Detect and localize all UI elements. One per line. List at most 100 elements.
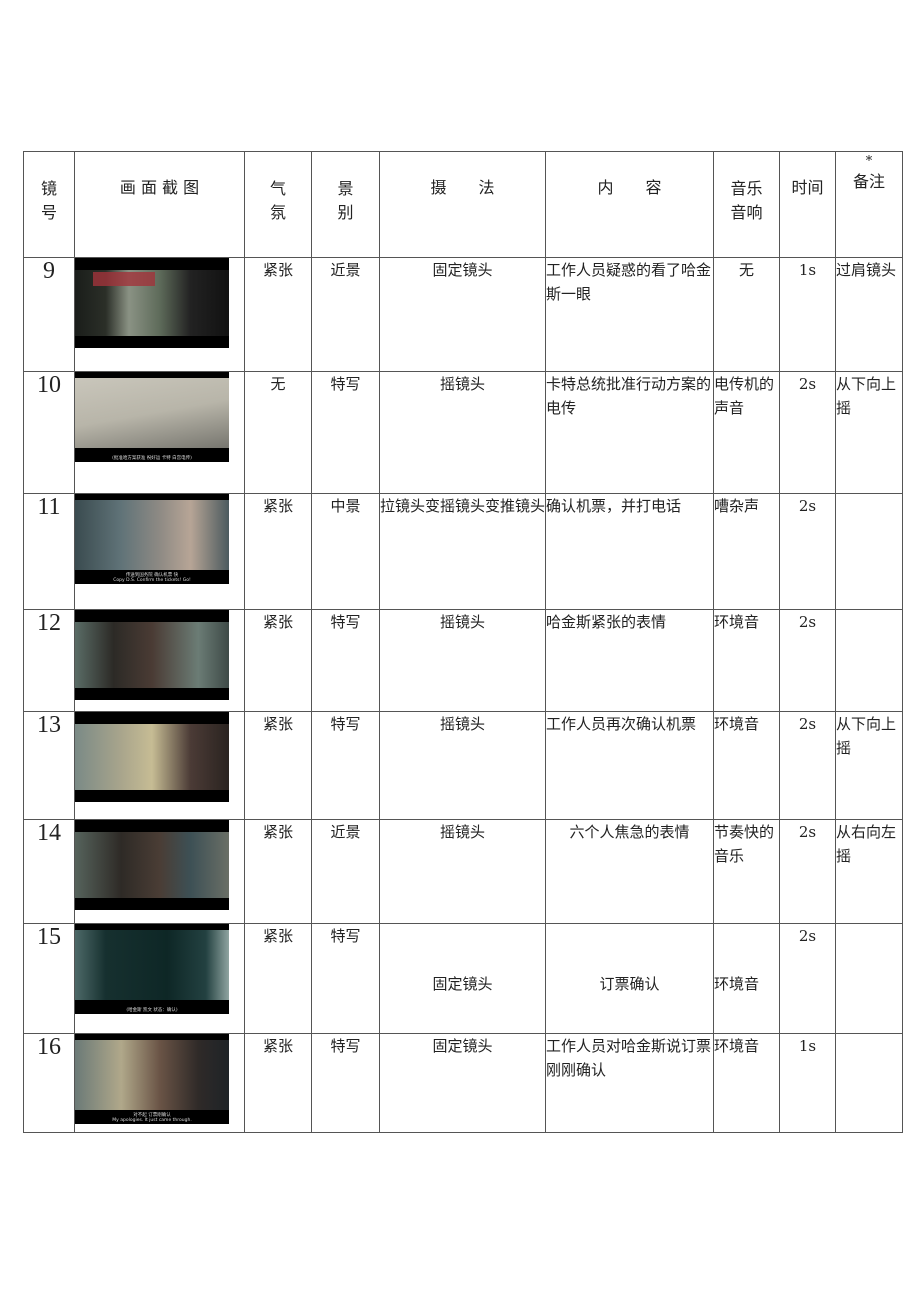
duration-cell: 2s <box>779 609 836 712</box>
table-row: 13 紧张 特写 摇镜头 工作人员再次确认机票 环境音 2s 从下向上摇 <box>23 711 903 820</box>
sound-cell: 环境音 <box>713 711 780 820</box>
screenshot-cell <box>74 609 245 712</box>
frame-subtitle: 对不起 订票刚确认 My apologies. It just came thro… <box>112 1113 192 1123</box>
duration-cell: 2s <box>779 493 836 610</box>
shot-size-cell: 特写 <box>311 371 380 494</box>
camera-cell: 拉镜头变摇镜头变推镜头 <box>379 493 546 610</box>
duration-cell: 1s <box>779 257 836 372</box>
duration-cell: 2s <box>779 371 836 494</box>
header-sound: 音乐 音响 <box>713 151 780 258</box>
shot-number: 10 <box>23 371 75 494</box>
content-cell: 确认机票，并打电话 <box>545 493 714 610</box>
film-frame-image: 对不起 订票刚确认 My apologies. It just came thro… <box>75 1034 229 1124</box>
duration-cell: 2s <box>779 819 836 924</box>
sound-cell: 环境音 <box>713 1033 780 1133</box>
camera-cell: 摇镜头 <box>379 819 546 924</box>
note-cell <box>835 1033 903 1133</box>
mood-cell: 紧张 <box>244 257 312 372</box>
sound-cell: 环境音 <box>713 609 780 712</box>
content-cell: 哈金斯紧张的表情 <box>545 609 714 712</box>
sound-cell: 电传机的声音 <box>713 371 780 494</box>
film-frame-image <box>75 712 229 802</box>
film-frame-image <box>75 820 229 910</box>
frame-scene <box>75 622 229 688</box>
header-screenshot: 画 面 截 图 <box>74 151 245 258</box>
screenshot-cell: (批准哈方案获准 祝好运 卡特 白宫电传) <box>74 371 245 494</box>
frame-scene <box>75 378 229 448</box>
content-cell: 工作人员疑惑的看了哈金斯一眼 <box>545 257 714 372</box>
frame-scene <box>75 270 229 336</box>
header-row: 镜号 画 面 截 图 气氛 景别 摄 法 内 容 音乐 音响 时间 * 备注 <box>23 151 903 258</box>
content-cell: 卡特总统批准行动方案的电传 <box>545 371 714 494</box>
note-cell <box>835 609 903 712</box>
frame-subtitle <box>75 796 229 801</box>
duration-cell: 2s <box>779 923 836 1034</box>
table-row: 16 对不起 订票刚确认 My apologies. It just came th… <box>23 1033 903 1133</box>
header-mood: 气氛 <box>244 151 312 258</box>
shot-number: 15 <box>23 923 75 1034</box>
shot-size-cell: 特写 <box>311 609 380 712</box>
screenshot-cell: 对不起 订票刚确认 My apologies. It just came thro… <box>74 1033 245 1133</box>
frame-subtitle <box>75 342 229 347</box>
shot-number: 16 <box>23 1033 75 1133</box>
note-cell <box>835 493 903 610</box>
screenshot-cell: 传送到国务院 确认机票 快 Copy D.S. Confirm the ticke… <box>74 493 245 610</box>
frame-scene <box>75 832 229 898</box>
shot-size-cell: 特写 <box>311 711 380 820</box>
header-note: * 备注 <box>835 151 903 258</box>
frame-scene <box>75 724 229 790</box>
content-cell: 工作人员再次确认机票 <box>545 711 714 820</box>
mood-cell: 紧张 <box>244 609 312 712</box>
shot-size-cell: 特写 <box>311 923 380 1034</box>
note-cell: 从右向左摇 <box>835 819 903 924</box>
header-camera: 摄 法 <box>379 151 546 258</box>
mood-cell: 紧张 <box>244 711 312 820</box>
screenshot-cell <box>74 257 245 372</box>
screenshot-cell <box>74 819 245 924</box>
film-frame-image: 传送到国务院 确认机票 快 Copy D.S. Confirm the ticke… <box>75 494 229 584</box>
shot-number: 9 <box>23 257 75 372</box>
frame-scene <box>75 1040 229 1110</box>
mood-cell: 无 <box>244 371 312 494</box>
frame-subtitle: (哈金斯 凯文 状态：确认) <box>126 1008 178 1013</box>
shot-number: 13 <box>23 711 75 820</box>
content-cell: 六个人焦急的表情 <box>545 819 714 924</box>
shot-number: 12 <box>23 609 75 712</box>
storyboard-table: 镜号 画 面 截 图 气氛 景别 摄 法 内 容 音乐 音响 时间 * 备注 9 紧张… <box>23 151 903 1133</box>
frame-scene <box>75 500 229 570</box>
film-frame-image <box>75 610 229 700</box>
header-content: 内 容 <box>545 151 714 258</box>
shot-size-cell: 近景 <box>311 257 380 372</box>
shot-number: 11 <box>23 493 75 610</box>
camera-cell: 摇镜头 <box>379 609 546 712</box>
camera-cell: 摇镜头 <box>379 371 546 494</box>
duration-cell: 1s <box>779 1033 836 1133</box>
table-row: 12 紧张 特写 摇镜头 哈金斯紧张的表情 环境音 2s <box>23 609 903 712</box>
frame-subtitle: 传送到国务院 确认机票 快 Copy D.S. Confirm the ticke… <box>113 573 191 583</box>
screenshot-cell: (哈金斯 凯文 状态：确认) <box>74 923 245 1034</box>
header-shot-size: 景别 <box>311 151 380 258</box>
mood-cell: 紧张 <box>244 923 312 1034</box>
note-cell: 过肩镜头 <box>835 257 903 372</box>
frame-subtitle <box>75 904 229 909</box>
table-row: 15 (哈金斯 凯文 状态：确认) 紧张 特写 固定镜头 订票确认 环境音 2s <box>23 923 903 1034</box>
frame-subtitle: (批准哈方案获准 祝好运 卡特 白宫电传) <box>112 456 192 461</box>
mood-cell: 紧张 <box>244 1033 312 1133</box>
content-cell: 工作人员对哈金斯说订票刚刚确认 <box>545 1033 714 1133</box>
camera-cell: 固定镜头 <box>379 923 546 1034</box>
table-row: 14 紧张 近景 摇镜头 六个人焦急的表情 节奏快的音乐 2s 从右向左摇 <box>23 819 903 924</box>
camera-cell: 固定镜头 <box>379 257 546 372</box>
table-row: 9 紧张 近景 固定镜头 工作人员疑惑的看了哈金斯一眼无 1s 过肩镜头 <box>23 257 903 372</box>
sound-cell: 环境音 <box>713 923 780 1034</box>
sound-cell: 嘈杂声 <box>713 493 780 610</box>
mood-cell: 紧张 <box>244 819 312 924</box>
shot-size-cell: 特写 <box>311 1033 380 1133</box>
shot-size-cell: 近景 <box>311 819 380 924</box>
film-frame-image: (哈金斯 凯文 状态：确认) <box>75 924 229 1014</box>
note-cell: 从下向上摇 <box>835 371 903 494</box>
shot-size-cell: 中景 <box>311 493 380 610</box>
duration-cell: 2s <box>779 711 836 820</box>
table-row: 11 传送到国务院 确认机票 快 Copy D.S. Confirm the tic… <box>23 493 903 610</box>
frame-subtitle <box>75 694 229 699</box>
content-cell: 订票确认 <box>545 923 714 1034</box>
